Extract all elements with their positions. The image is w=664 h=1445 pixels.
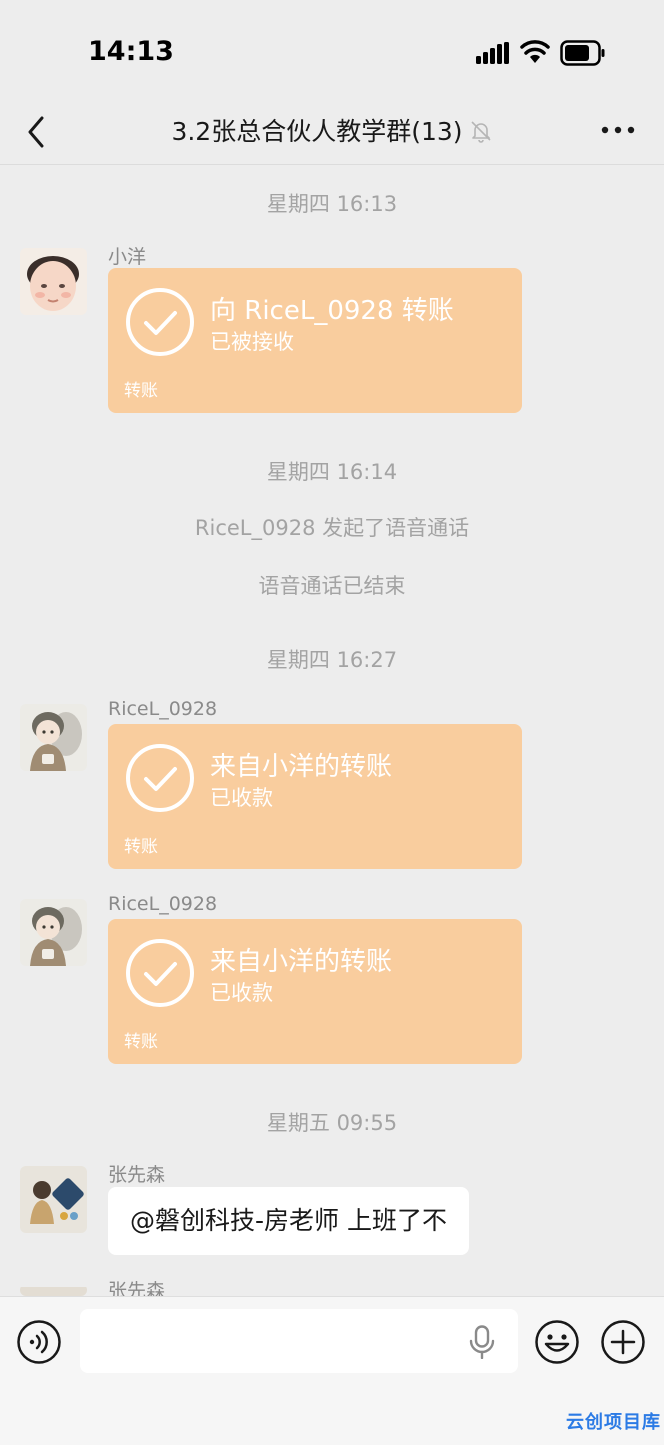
watermark: 云创项目库	[566, 1412, 661, 1433]
transfer-status: 已收款	[210, 981, 273, 1005]
status-bar: 14:13	[0, 0, 664, 100]
signal-icon	[476, 42, 509, 64]
group-name: 3.2张总合伙人教学群(13)	[171, 117, 463, 146]
microphone-icon[interactable]	[468, 1325, 496, 1359]
time-separator: 星期四 16:27	[266, 648, 398, 672]
check-circle-icon	[126, 288, 194, 356]
text-message-bubble[interactable]: @磐创科技-房老师 上班了不	[108, 1187, 469, 1255]
avatar[interactable]	[20, 1166, 87, 1233]
transfer-card[interactable]: 向 RiceL_0928 转账 已被接收 转账	[108, 268, 522, 413]
transfer-label: 转账	[124, 381, 158, 401]
check-circle-icon	[126, 744, 194, 812]
chat-title: 3.2张总合伙人教学群(13)	[0, 112, 664, 148]
avatar[interactable]	[20, 899, 87, 966]
avatar[interactable]	[20, 704, 87, 771]
battery-icon	[560, 40, 605, 66]
transfer-title: 向 RiceL_0928 转账	[210, 296, 454, 326]
input-bar	[0, 1296, 664, 1445]
transfer-title: 来自小洋的转账	[210, 752, 393, 782]
transfer-card[interactable]: 来自小洋的转账 已收款 转账	[108, 724, 522, 869]
sender-name: RiceL_0928	[108, 893, 218, 915]
transfer-label: 转账	[124, 837, 158, 857]
avatar[interactable]	[20, 248, 87, 315]
status-time: 14:13	[88, 36, 174, 67]
sender-name: RiceL_0928	[108, 698, 218, 720]
check-circle-icon	[126, 939, 194, 1007]
transfer-card[interactable]: 来自小洋的转账 已收款 转账	[108, 919, 522, 1064]
time-separator: 星期五 09:55	[266, 1111, 398, 1135]
time-separator: 星期四 16:13	[266, 192, 398, 216]
system-message: 语音通话已结束	[258, 574, 406, 598]
sender-name: 张先森	[108, 1280, 166, 1296]
voice-input-icon[interactable]	[16, 1319, 62, 1365]
avatar[interactable]	[20, 1284, 87, 1296]
transfer-status: 已被接收	[210, 330, 294, 354]
time-separator: 星期四 16:14	[266, 460, 398, 484]
message-input[interactable]	[80, 1309, 518, 1373]
transfer-title: 来自小洋的转账	[210, 947, 393, 977]
more-icon[interactable]	[598, 118, 638, 142]
sender-name: 小洋	[108, 246, 147, 268]
transfer-label: 转账	[124, 1032, 158, 1052]
sender-name: 张先森	[108, 1164, 166, 1186]
system-message: RiceL_0928 发起了语音通话	[194, 516, 470, 540]
emoji-icon[interactable]	[534, 1319, 580, 1365]
wifi-icon	[520, 40, 550, 63]
plus-icon[interactable]	[600, 1319, 646, 1365]
transfer-status: 已收款	[210, 786, 273, 810]
nav-bar: 3.2张总合伙人教学群(13)	[0, 100, 664, 165]
mute-bell-icon	[470, 121, 491, 143]
